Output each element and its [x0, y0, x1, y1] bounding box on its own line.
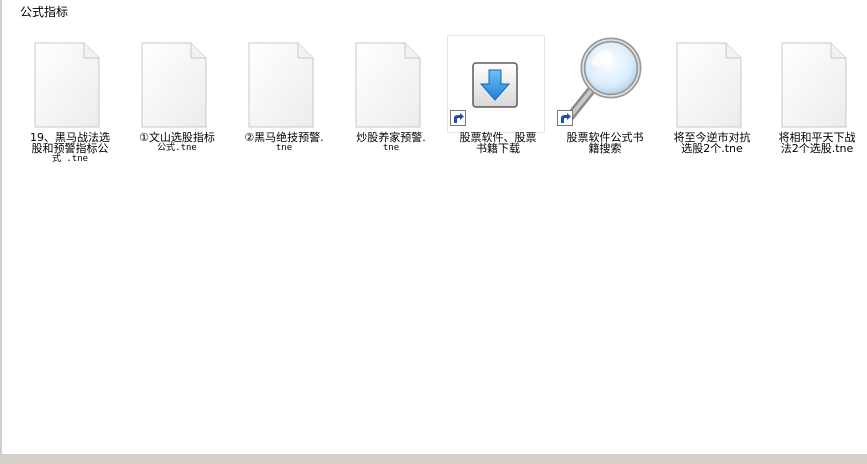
file-name-label: 股票软件公式书 籍搜索 [566, 131, 644, 155]
blank-document-icon [34, 42, 100, 128]
blank-document-icon [676, 42, 742, 128]
shortcut-item[interactable]: 股票软件、股票 书籍下载 [447, 35, 548, 186]
blank-document-icon [141, 42, 207, 128]
file-icon-box [20, 36, 116, 132]
file-name-label: ②黑马绝技预警. tne [244, 131, 324, 153]
file-name-label: 19、黑马战法选 股和预警指标公式 .tne [30, 131, 110, 164]
download-arrow-icon [472, 62, 518, 108]
file-item[interactable]: 19、黑马战法选 股和预警指标公式 .tne [20, 36, 120, 186]
file-icon-box [767, 36, 863, 132]
blank-document-icon [355, 42, 421, 128]
file-icon-box [341, 36, 437, 132]
file-item[interactable]: 将至今逆市对抗 选股2个.tne [662, 36, 762, 186]
blank-document-icon [248, 42, 314, 128]
file-icon-box [662, 36, 758, 132]
file-icon-box [127, 36, 223, 132]
file-item[interactable]: 将相和平天下战 法2个选股.tne [767, 36, 867, 186]
shortcut-item[interactable]: 股票软件公式书 籍搜索 [555, 36, 655, 186]
explorer-window: 公式指标 19、黑马战法选 股和预警指标公式 .tne ①文山选股指标 公式.t… [0, 0, 867, 464]
shortcut-arrow-icon [557, 110, 573, 126]
file-grid: 19、黑马战法选 股和预警指标公式 .tne ①文山选股指标 公式.tne ②黑… [0, 0, 867, 454]
file-item[interactable]: ①文山选股指标 公式.tne [127, 36, 227, 186]
file-name-label: 股票软件、股票 书籍下载 [459, 131, 537, 155]
file-name-label: 炒股养家预警. tne [356, 131, 426, 153]
file-name-label: ①文山选股指标 公式.tne [139, 131, 215, 153]
file-icon-box [447, 35, 545, 133]
file-icon-box [234, 36, 330, 132]
blank-document-icon [781, 42, 847, 128]
file-name-label: 将相和平天下战 法2个选股.tne [778, 131, 856, 155]
window-bottom-border [0, 454, 867, 464]
file-item[interactable]: ②黑马绝技预警. tne [234, 36, 334, 186]
file-icon-box [555, 36, 651, 132]
file-name-label: 将至今逆市对抗 选股2个.tne [673, 131, 751, 155]
file-item[interactable]: 炒股养家预警. tne [341, 36, 441, 186]
shortcut-arrow-icon [450, 110, 466, 126]
